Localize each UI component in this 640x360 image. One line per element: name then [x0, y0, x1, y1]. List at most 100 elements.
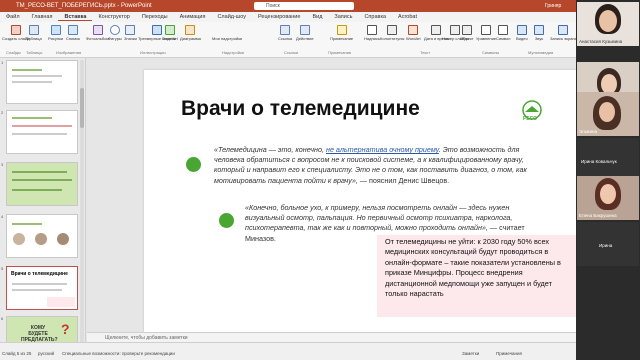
screen-recording-icon: [558, 25, 569, 35]
photo-album-icon: [92, 25, 103, 35]
thumbnails-scrollbar[interactable]: [80, 60, 84, 342]
object-button[interactable]: Объект: [460, 25, 474, 41]
thumb-number: 4: [1, 214, 4, 219]
smartart-button[interactable]: SmartArt: [162, 25, 178, 41]
participant-tile[interactable]: Ирина: [577, 222, 639, 266]
tab-animations[interactable]: Анимация: [174, 14, 212, 20]
slide-canvas[interactable]: Врачи о телемедицине РЕСО «Телемедицина …: [87, 58, 580, 332]
header-footer-button[interactable]: Колонтитулы: [380, 25, 404, 41]
slide-thumbnails-panel[interactable]: 1 2 3 4 5 Врачи о телемедицине 6 КОМУ БУ…: [0, 58, 86, 342]
pi-icon: [481, 25, 492, 35]
thumb-line: [12, 125, 72, 127]
group-tables: Таблицы: [26, 50, 43, 55]
equation-button[interactable]: Уравнение: [476, 25, 496, 41]
wordart-button[interactable]: WordArt: [406, 25, 421, 41]
tab-file[interactable]: Файл: [0, 14, 26, 20]
thumb-line: [12, 223, 42, 225]
quote-shvetsov[interactable]: «Телемедицина — это, конечно, не альтерн…: [214, 145, 539, 186]
current-slide[interactable]: Врачи о телемедицине РЕСО «Телемедицина …: [144, 70, 580, 332]
tab-help[interactable]: Справка: [358, 14, 392, 20]
video-participants-panel: Анастасия Кузьмина Инна Суворова Эльвина…: [576, 0, 640, 360]
participant-tile[interactable]: Эльвина: [577, 92, 639, 136]
screenshot-button[interactable]: Снимок: [66, 25, 80, 41]
info-box[interactable]: От телемедицины не уйти: к 2030 году 50%…: [377, 235, 580, 317]
participant-name: Елена Бакрушина: [579, 213, 617, 218]
group-slides: Слайды: [6, 50, 21, 55]
symbol-button[interactable]: Символ: [496, 25, 510, 41]
notes-toggle[interactable]: Заметки: [462, 351, 479, 356]
tab-slideshow[interactable]: Слайд-шоу: [211, 14, 252, 20]
thumb-number: 1: [1, 60, 4, 65]
tab-view[interactable]: Вид: [306, 14, 328, 20]
language[interactable]: русский: [38, 351, 54, 356]
thumb-number: 5: [1, 266, 4, 271]
chart-button[interactable]: Диаграмма: [180, 25, 201, 41]
tab-design[interactable]: Конструктор: [92, 14, 135, 20]
logo-text: РЕСО: [523, 116, 538, 122]
status-bar: Слайд 5 из 25 русский Специальные возмож…: [0, 342, 576, 360]
slide-title[interactable]: Врачи о телемедицине: [181, 97, 420, 121]
participant-tile[interactable]: Елена Бакрушина: [577, 176, 639, 220]
link-button[interactable]: Ссылка: [278, 25, 292, 41]
table-button[interactable]: Таблица: [26, 25, 42, 41]
thumb-line: [12, 133, 67, 135]
slide-thumbnail[interactable]: [6, 162, 78, 206]
participant-video: [599, 102, 615, 122]
thumb-line: [12, 189, 62, 191]
link-icon: [280, 25, 291, 35]
thumb-title: Врачи о телемедицине: [11, 271, 68, 277]
participant-tile[interactable]: Анастасия Кузьмина: [577, 2, 639, 46]
slide-thumbnail[interactable]: [6, 60, 78, 104]
slide-thumbnail[interactable]: [6, 110, 78, 154]
thumb-title: КОМУ БУДЕТЕ ПРЕДЛАГАТЬ?: [21, 325, 58, 342]
group-text: Текст: [420, 50, 431, 55]
slide-thumbnail-selected[interactable]: Врачи о телемедицине: [6, 266, 78, 310]
tab-record[interactable]: Запись: [328, 14, 358, 20]
action-icon: [299, 25, 310, 35]
calendar-icon: [431, 25, 442, 35]
comments-toggle[interactable]: Примечания: [496, 351, 522, 356]
icons-icon: [125, 25, 136, 35]
my-addins-button[interactable]: Мои надстройки: [212, 36, 242, 41]
scrollbar-handle[interactable]: [80, 88, 84, 128]
thumb-line: [12, 179, 72, 181]
slide-thumbnail[interactable]: КОМУ БУДЕТЕ ПРЕДЛАГАТЬ? ?: [6, 316, 78, 342]
pictures-button[interactable]: Рисунки: [48, 25, 63, 41]
quote-link[interactable]: не альтернатива очному приему: [326, 145, 439, 154]
omega-icon: [498, 25, 509, 35]
user-name[interactable]: Гриняр: [545, 3, 561, 9]
group-symbols: Символы: [482, 50, 500, 55]
comment-button[interactable]: Примечание: [330, 25, 353, 41]
icons-button[interactable]: Значки: [124, 25, 137, 41]
tab-home[interactable]: Главная: [26, 14, 59, 20]
participant-video: [600, 184, 616, 204]
group-images: Изображения: [56, 50, 82, 55]
participant-video: [599, 10, 617, 32]
textbox-button[interactable]: Надпись: [364, 25, 380, 41]
accessibility-status[interactable]: Специальные возможности: проверьте реком…: [62, 351, 175, 356]
thumb-number: 6: [1, 316, 4, 321]
screen-recording-button[interactable]: Запись экрана: [550, 25, 577, 41]
speaker-icon: [534, 25, 544, 35]
textbox-icon: [366, 25, 377, 35]
tab-transitions[interactable]: Переходы: [136, 14, 174, 20]
quote-text: «Конечно, больное ухо, к примеру, нельзя…: [245, 203, 513, 233]
tab-review[interactable]: Рецензирование: [252, 14, 306, 20]
action-button[interactable]: Действие: [296, 25, 314, 41]
bullet-dot: [186, 157, 201, 172]
screenshot-icon: [68, 25, 79, 35]
object-icon: [461, 25, 472, 35]
participant-name: Анастасия Кузьмина: [579, 39, 623, 44]
thumb-line: [12, 283, 67, 285]
tab-acrobat[interactable]: Acrobat: [392, 14, 423, 20]
audio-button[interactable]: Звук: [534, 25, 544, 41]
participant-name: Ирина: [599, 243, 613, 248]
video-button[interactable]: Видео: [516, 25, 528, 41]
shapes-button[interactable]: Фигуры: [108, 25, 122, 41]
photo-album-button[interactable]: Фотоальбом: [86, 25, 109, 41]
slide-thumbnail[interactable]: [6, 214, 78, 258]
search-input[interactable]: Поиск: [254, 2, 354, 10]
participant-name: Ирина Ковальчук: [581, 159, 617, 164]
notes-pane[interactable]: Щелкните, чтобы добавить заметки: [87, 332, 576, 342]
tab-insert[interactable]: Вставка: [58, 14, 93, 21]
